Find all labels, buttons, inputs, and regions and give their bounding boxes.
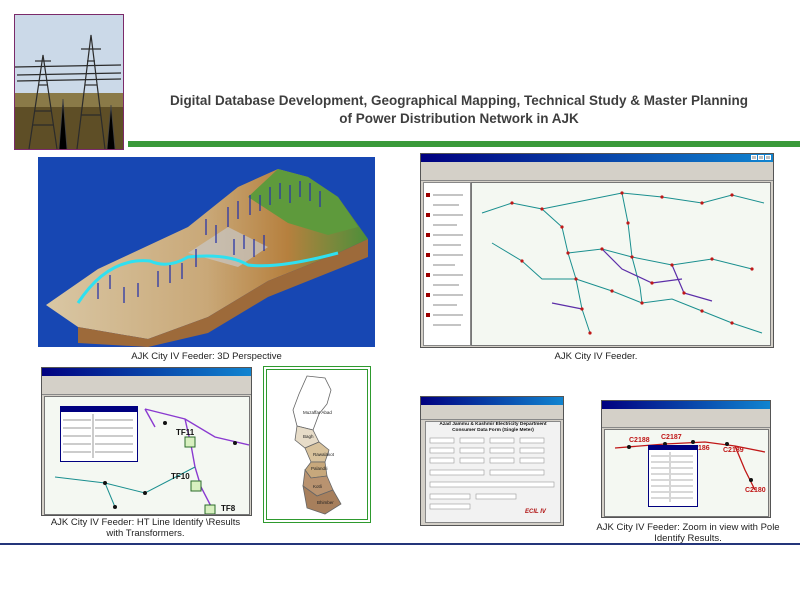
ecil-logo: ECIL IV [525,509,546,515]
zoom-window-titlebar [602,401,770,409]
feeder-gis-window [420,153,774,348]
header-divider [128,141,800,147]
region-label-bagh: Bagh [303,434,314,439]
pole-label-c2187: C2187 [661,434,682,441]
feeder-caption: AJK City IV Feeder. [554,351,638,362]
pole-label-c2188: C2188 [629,437,650,444]
zoom-caption: AJK City IV Feeder: Zoom in view with Po… [592,522,784,544]
region-label-rawalakot: Rawalakot [313,452,335,457]
ht-line-caption-line-1: AJK City IV Feeder: HT Line Identify \Re… [50,517,241,528]
pole-label-c2180: C2180 [745,487,766,494]
ht-line-caption-line-2: with Transformers. [106,528,185,539]
toolbar [421,168,773,181]
perspective-caption: AJK City IV Feeder: 3D Perspective [131,351,282,362]
region-label-muzaffarabad: Muzaffar Abad [303,410,332,415]
ht-line-identify-window: TF11 TF10 TF8 [41,367,252,516]
window-titlebar [421,154,773,162]
maximize-icon[interactable] [758,155,764,160]
footer-divider [0,543,800,545]
feeder-map-view[interactable] [471,182,771,346]
form-window-titlebar [421,397,563,405]
zoom-toolbar [602,415,770,428]
title-line-2: of Power Distribution Network in AJK [339,111,579,126]
form-body: Azad Jammu & Kashmir Electricity Departm… [425,421,561,523]
ajk-district-map: Muzaffar Abad Bagh Rawalakot Palandri Ko… [263,366,371,523]
title-line-1: Digital Database Development, Geographic… [169,93,749,108]
form-toolbar [421,411,563,420]
minimize-icon[interactable] [751,155,757,160]
transformer-label-tf11: TF11 [176,428,195,437]
transformer-label-tf8: TF8 [221,504,236,513]
consumer-data-form-window: Azad Jammu & Kashmir Electricity Departm… [420,396,564,526]
close-icon[interactable] [765,155,771,160]
table-of-contents [423,182,471,346]
ht-toolbar [42,382,251,395]
region-label-bhimber: Bhimber [317,500,334,505]
transformer-label-tf10: TF10 [171,472,190,481]
ht-window-titlebar [42,368,251,376]
terrain-3d-image [38,157,375,347]
substation-photo [14,14,124,150]
ht-line-caption: AJK City IV Feeder: HT Line Identify \Re… [41,517,250,539]
pole-label-c2189: C2189 [723,447,744,454]
region-label-kotli: Kotli [313,484,322,489]
page-title: Digital Database Development, Geographic… [130,92,788,128]
pole-identify-dialog[interactable] [648,445,698,507]
identify-results-dialog[interactable] [60,406,138,462]
pole-identify-window: C2188 C2187 C2186 C2189 C2180 [601,400,771,518]
region-label-palandri: Palandri [311,466,328,471]
zoom-caption-line-1: AJK City IV Feeder: Zoom in view with Po… [596,522,780,533]
